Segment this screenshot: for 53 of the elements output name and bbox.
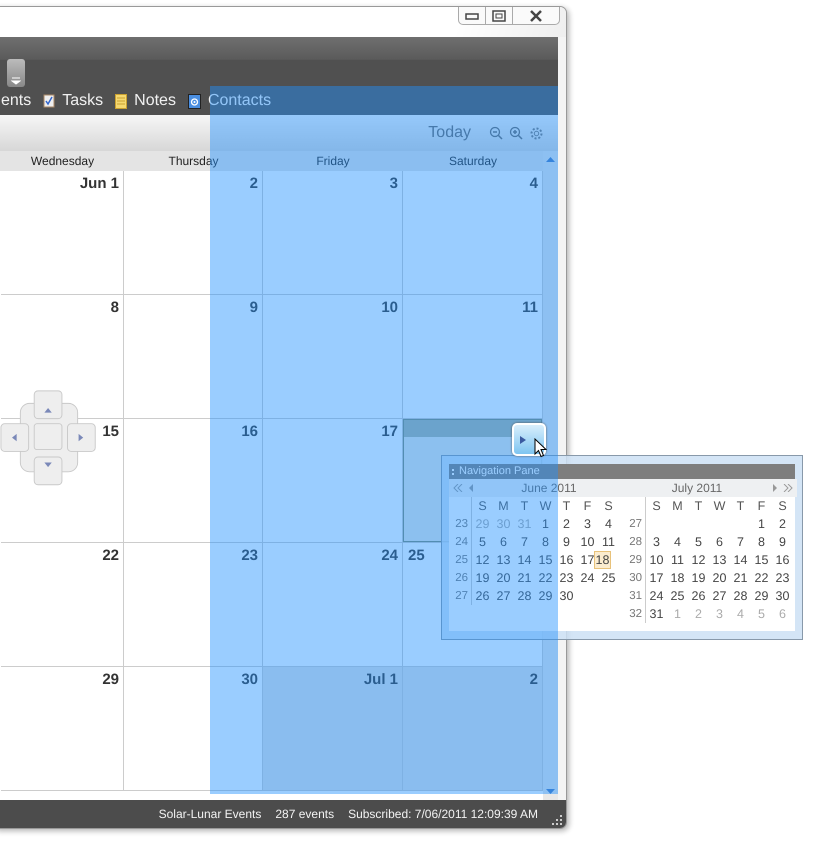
pane-title: Navigation Pane: [459, 464, 540, 479]
week-number: 29: [627, 551, 646, 569]
weekday-label: W: [538, 498, 552, 515]
day-number: 2: [530, 670, 539, 688]
weekday-label: T: [562, 498, 572, 515]
week-number: 24: [453, 533, 472, 551]
weekday-label: S: [777, 498, 788, 515]
week-number: 23: [453, 515, 472, 533]
weekday-label: M: [671, 498, 684, 515]
week-number: 30: [627, 569, 646, 587]
week-number: 31: [627, 587, 646, 605]
weekday-label: W: [712, 498, 726, 515]
week-number: 26: [453, 569, 472, 587]
day-header: Friday: [315, 153, 351, 170]
week-number: 27: [627, 515, 646, 533]
day-number: 15: [102, 422, 120, 440]
weekday-label: T: [736, 498, 746, 515]
day-number: 3: [390, 174, 399, 192]
weekday-label: S: [477, 498, 488, 515]
day-number: 30: [241, 670, 259, 688]
weekday-label: F: [582, 498, 592, 515]
day-number: 25: [407, 546, 425, 564]
status-text: Solar-Lunar Events: [158, 807, 262, 821]
day-number: 22: [102, 546, 120, 564]
day-number: 2: [250, 174, 259, 192]
day-number: 11: [522, 298, 539, 316]
day-number: 17: [381, 422, 399, 440]
day-number: 16: [241, 422, 259, 440]
week-number: 27: [453, 587, 472, 605]
weekday-label: S: [603, 498, 614, 515]
day-number: 10: [381, 298, 399, 316]
day-number: Jul 1: [364, 670, 399, 688]
weekday-label: F: [756, 498, 766, 515]
day-number: 23: [241, 546, 259, 564]
day-number: 29: [102, 670, 120, 688]
day-number: 9: [250, 298, 259, 316]
weekday-label: T: [694, 498, 704, 515]
month-title: July 2011: [670, 481, 724, 495]
weekday-label: M: [497, 498, 510, 515]
status-text: 287 events: [275, 807, 334, 821]
weekday-label: T: [520, 498, 530, 515]
day-number: 24: [381, 546, 399, 564]
weekday-label: S: [651, 498, 662, 515]
week-number: 25: [453, 551, 472, 569]
status-text: Subscribed: 7/06/2011 12:09:39 AM: [348, 807, 538, 821]
day-header: Wednesday: [30, 153, 96, 170]
day-header: Saturday: [448, 153, 498, 170]
day-header: Thursday: [167, 153, 220, 170]
week-number: 28: [627, 533, 646, 551]
day-number: Jun 1: [80, 174, 120, 192]
week-number: 32: [627, 605, 646, 623]
day-number: 8: [110, 298, 120, 316]
day-number: 4: [530, 174, 539, 192]
